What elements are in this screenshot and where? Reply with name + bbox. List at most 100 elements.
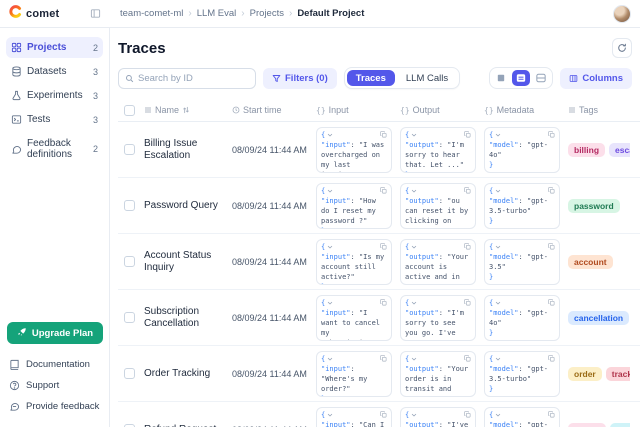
output-json-cell[interactable]: {"output": "I'm sorry to hear that. Let … [400,127,476,173]
chevron-down-icon[interactable] [327,300,333,306]
tag-order[interactable]: order [568,367,602,381]
chevron-down-icon[interactable] [327,132,333,138]
copy-icon[interactable] [464,131,471,138]
trace-name[interactable]: Order Tracking [144,368,216,380]
tag-track[interactable]: track [606,367,630,381]
density-normal-button[interactable] [512,70,530,86]
tag-requ[interactable]: requ [610,423,630,427]
chevron-down-icon[interactable] [411,300,417,306]
metadata-json-cell[interactable]: {"model": "gpt-3.5-turbo"} [484,351,560,397]
table-row[interactable]: Subscription Cancellation08/09/24 11:44 … [118,290,640,346]
chevron-down-icon[interactable] [327,356,333,362]
copy-icon[interactable] [548,299,555,306]
metadata-json-cell[interactable]: {"model": "gpt-4o"} [484,127,560,173]
copy-icon[interactable] [380,355,387,362]
chevron-down-icon[interactable] [495,412,501,418]
chevron-down-icon[interactable] [411,412,417,418]
row-checkbox[interactable] [124,200,135,211]
chevron-down-icon[interactable] [495,244,501,250]
copy-icon[interactable] [464,299,471,306]
sidebar-link-documentation[interactable]: Documentation [6,354,103,375]
tag-cancellation[interactable]: cancellation [568,311,629,325]
trace-name[interactable]: Subscription Cancellation [144,306,232,330]
input-json-cell[interactable]: {"input": "I want to cancel my subscript… [316,295,392,341]
metadata-json-cell[interactable]: {"model": "gpt-3.5-turbo"} [484,183,560,229]
copy-icon[interactable] [548,131,555,138]
column-header-input[interactable]: Input [329,105,349,115]
output-json-cell[interactable]: {"output": "Your account is active and i… [400,239,476,285]
output-json-cell[interactable]: {"output": "I've submitted your refund r… [400,407,476,427]
chevron-down-icon[interactable] [327,244,333,250]
sidebar-link-support[interactable]: Support [6,375,103,396]
comet-logo[interactable]: comet [9,5,59,23]
trace-name[interactable]: Refund Request [144,424,222,427]
select-all-checkbox[interactable] [124,105,135,116]
upgrade-plan-button[interactable]: Upgrade Plan [7,322,103,344]
refresh-button[interactable] [612,38,632,58]
column-header-output[interactable]: Output [413,105,440,115]
chevron-down-icon[interactable] [327,412,333,418]
column-header-tags[interactable]: Tags [579,105,598,115]
copy-icon[interactable] [380,131,387,138]
chevron-down-icon[interactable] [411,244,417,250]
row-checkbox[interactable] [124,256,135,267]
sort-icon[interactable] [182,106,190,114]
sidebar-item-datasets[interactable]: Datasets3 [6,61,103,82]
breadcrumb-item[interactable]: Projects [250,8,284,19]
input-json-cell[interactable]: {"input": "Can I get a refund for my las… [316,407,392,427]
copy-icon[interactable] [464,187,471,194]
tag-account[interactable]: account [568,255,613,269]
copy-icon[interactable] [548,411,555,418]
copy-icon[interactable] [464,355,471,362]
metadata-json-cell[interactable]: {"model": "gpt-3.5"} [484,407,560,427]
chevron-down-icon[interactable] [495,132,501,138]
filters-button[interactable]: Filters (0) [263,68,337,89]
breadcrumb-item[interactable]: LLM Eval [197,8,237,19]
sidebar-item-tests[interactable]: Tests3 [6,109,103,130]
metadata-json-cell[interactable]: {"model": "gpt-3.5"} [484,239,560,285]
sidebar-collapse-icon[interactable] [90,8,101,19]
density-compact-button[interactable] [492,70,510,86]
column-header-metadata[interactable]: Metadata [497,105,535,115]
tag-esca[interactable]: esca [609,143,630,157]
chevron-down-icon[interactable] [495,356,501,362]
copy-icon[interactable] [548,187,555,194]
trace-name[interactable]: Password Query [144,200,224,212]
tab-llm-calls[interactable]: LLM Calls [397,70,457,86]
chevron-down-icon[interactable] [495,300,501,306]
chevron-down-icon[interactable] [327,188,333,194]
copy-icon[interactable] [380,243,387,250]
sidebar-item-feedback-definitions[interactable]: Feedback definitions2 [6,133,103,165]
copy-icon[interactable] [464,411,471,418]
table-row[interactable]: Order Tracking08/09/24 11:44 AM{"input":… [118,346,640,402]
input-json-cell[interactable]: {"input": "Is my account still active?"} [316,239,392,285]
columns-button[interactable]: Columns [560,68,632,89]
chevron-down-icon[interactable] [411,132,417,138]
search-box[interactable] [118,68,256,89]
search-input[interactable] [138,73,249,84]
output-json-cell[interactable]: {"output": "I'm sorry to see you go. I'v… [400,295,476,341]
breadcrumb-item[interactable]: team-comet-ml [120,8,183,19]
table-row[interactable]: Account Status Inquiry08/09/24 11:44 AM{… [118,234,640,290]
metadata-json-cell[interactable]: {"model": "gpt-4o"} [484,295,560,341]
tag-refund[interactable]: refund [568,423,606,427]
column-header-name[interactable]: Name [155,105,179,115]
copy-icon[interactable] [380,411,387,418]
copy-icon[interactable] [464,243,471,250]
chevron-down-icon[interactable] [495,188,501,194]
column-header-start-time[interactable]: Start time [243,105,282,115]
sidebar-item-projects[interactable]: Projects2 [6,37,103,58]
output-json-cell[interactable]: {"output": "Your order is in transit and… [400,351,476,397]
trace-name[interactable]: Billing Issue Escalation [144,138,232,162]
chevron-down-icon[interactable] [411,188,417,194]
table-row[interactable]: Password Query08/09/24 11:44 AM{"input":… [118,178,640,234]
input-json-cell[interactable]: {"input": "I was overcharged on my last … [316,127,392,173]
sidebar-item-experiments[interactable]: Experiments3 [6,85,103,106]
row-checkbox[interactable] [124,312,135,323]
copy-icon[interactable] [548,243,555,250]
trace-name[interactable]: Account Status Inquiry [144,250,232,274]
input-json-cell[interactable]: {"input": "How do I reset my password ?"… [316,183,392,229]
sidebar-link-provide-feedback[interactable]: Provide feedback [6,396,103,417]
tag-billing[interactable]: billing [568,143,605,157]
copy-icon[interactable] [380,187,387,194]
